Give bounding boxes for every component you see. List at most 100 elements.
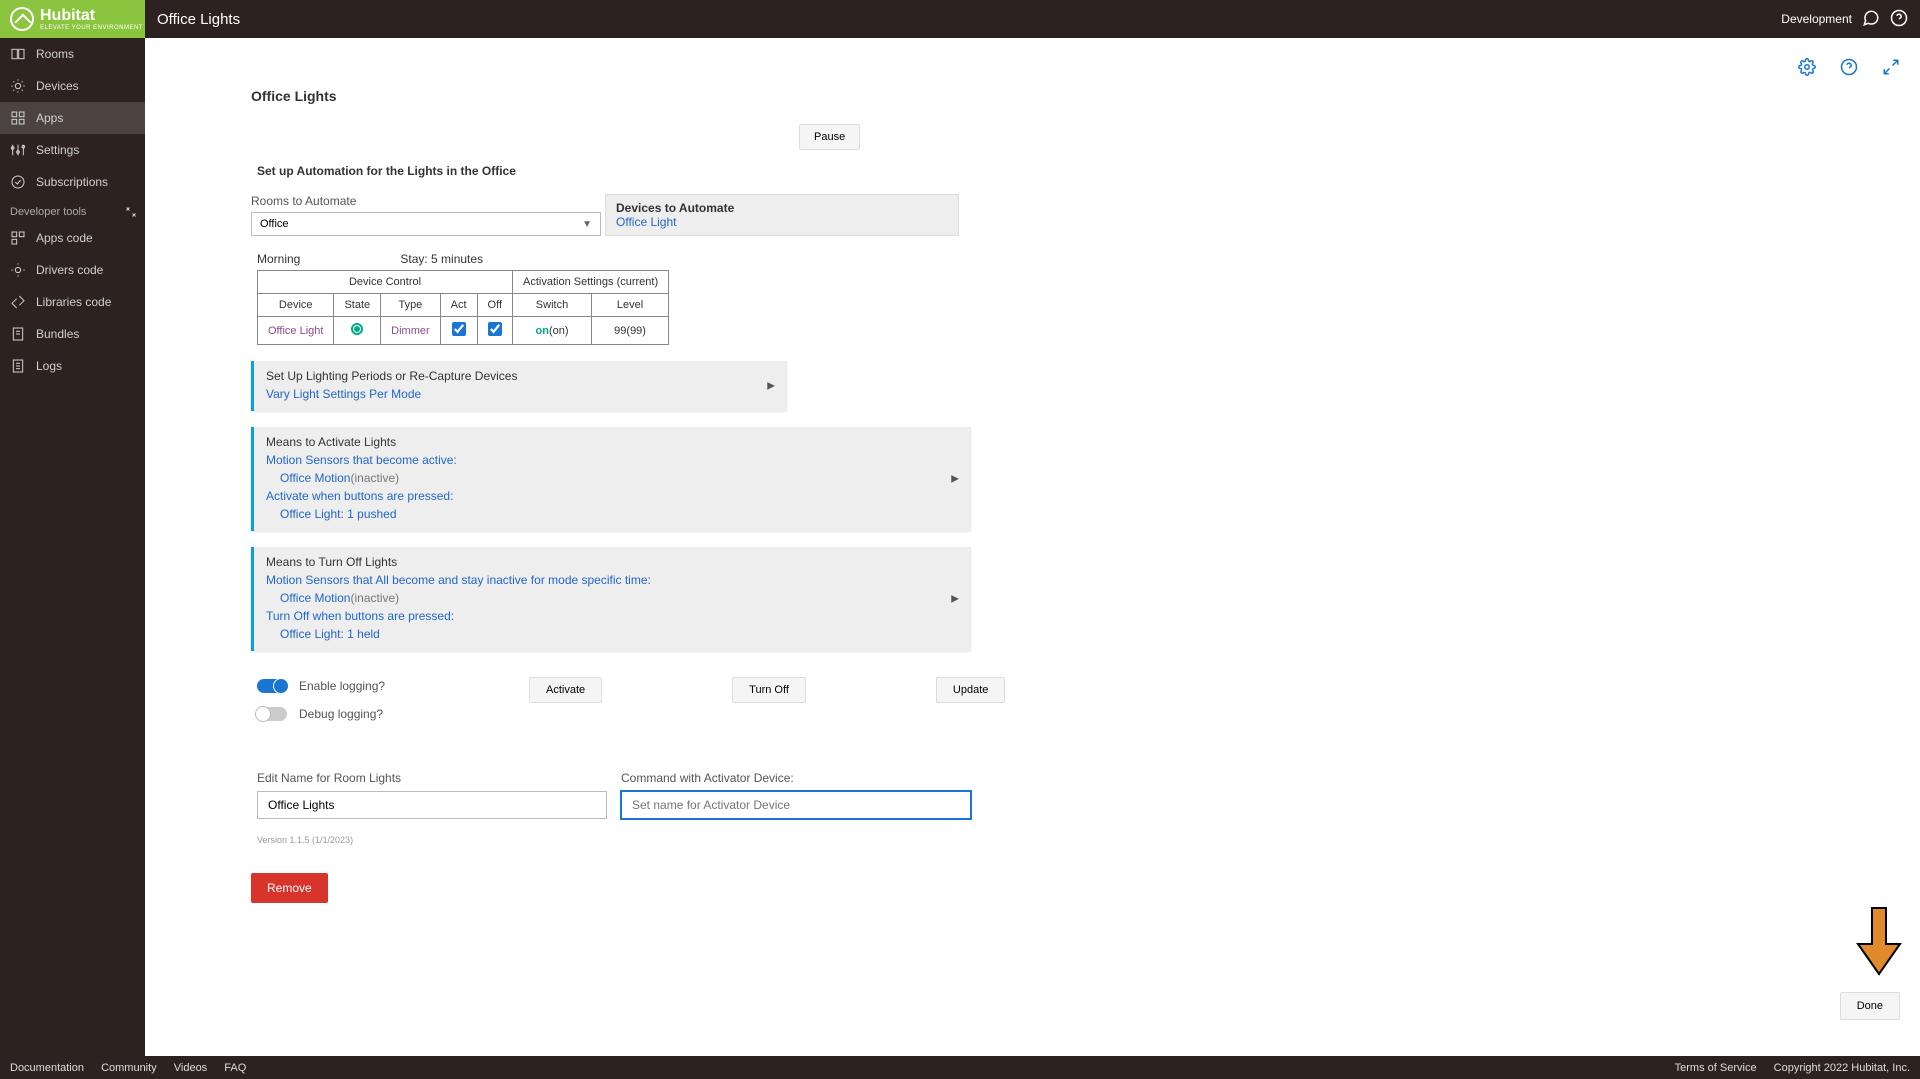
panel-subline: Office Light: 1 pushed xyxy=(266,505,959,523)
panel-line: Motion Sensors that become active: xyxy=(266,451,959,469)
devices-panel[interactable]: Devices to Automate Office Light xyxy=(605,194,959,236)
table-header-device-control: Device Control xyxy=(258,271,513,294)
sidebar-item-devices[interactable]: Devices xyxy=(0,70,145,102)
footer-link-videos[interactable]: Videos xyxy=(174,1062,207,1074)
gear-icon[interactable] xyxy=(1798,58,1816,81)
done-button[interactable]: Done xyxy=(1840,992,1900,1020)
sidebar-item-apps-code[interactable]: Apps code xyxy=(0,222,145,254)
panel-lighting-periods[interactable]: Set Up Lighting Periods or Re-Capture De… xyxy=(251,361,787,411)
sidebar-item-label: Settings xyxy=(36,143,79,157)
devices-label: Devices to Automate xyxy=(616,201,948,215)
panel-line: Motion Sensors that All become and stay … xyxy=(266,571,959,589)
device-table: Device Control Activation Settings (curr… xyxy=(257,270,669,345)
chevron-down-icon: ▼ xyxy=(582,219,592,230)
developer-tools-header: Developer tools xyxy=(0,198,145,222)
footer-link-community[interactable]: Community xyxy=(101,1062,157,1074)
logo-text: Hubitat xyxy=(40,7,95,24)
edit-name-input[interactable] xyxy=(257,791,607,819)
footer-terms[interactable]: Terms of Service xyxy=(1675,1062,1757,1074)
act-checkbox[interactable] xyxy=(452,322,466,336)
version-text: Version 1.1.5 (1/1/2023) xyxy=(257,835,1357,845)
activator-input[interactable] xyxy=(621,791,971,819)
settings-icon xyxy=(10,142,26,158)
cell-switch[interactable]: on(on) xyxy=(513,317,592,345)
top-bar: Hubitat ELEVATE YOUR ENVIRONMENT Office … xyxy=(0,0,1920,38)
panel-line: Turn Off when buttons are pressed: xyxy=(266,607,959,625)
cell-type[interactable]: Dimmer xyxy=(381,317,441,345)
footer: Documentation Community Videos FAQ Terms… xyxy=(0,1056,1920,1079)
sidebar-item-label: Apps code xyxy=(36,231,93,245)
help-icon[interactable] xyxy=(1840,58,1858,81)
sidebar-item-rooms[interactable]: Rooms xyxy=(0,38,145,70)
panel-title: Means to Turn Off Lights xyxy=(266,555,959,569)
setup-description: Set up Automation for the Lights in the … xyxy=(257,164,1357,178)
enable-logging-toggle[interactable] xyxy=(257,679,287,693)
panel-title: Means to Activate Lights xyxy=(266,435,959,449)
cell-level[interactable]: 99(99) xyxy=(591,317,668,345)
cell-act[interactable] xyxy=(440,317,477,345)
help-icon[interactable] xyxy=(1890,9,1908,30)
off-checkbox[interactable] xyxy=(488,322,502,336)
sidebar-item-label: Bundles xyxy=(36,327,79,341)
activate-button[interactable]: Activate xyxy=(529,677,602,703)
panel-activate[interactable]: Means to Activate Lights Motion Sensors … xyxy=(251,427,971,531)
sidebar-item-label: Rooms xyxy=(36,47,74,61)
rooms-value: Office xyxy=(260,218,289,230)
collapse-icon[interactable] xyxy=(125,206,137,221)
edit-name-label: Edit Name for Room Lights xyxy=(257,771,607,785)
annotation-arrow-icon xyxy=(1856,906,1902,981)
rooms-icon xyxy=(10,46,26,62)
stay-label: Stay: 5 minutes xyxy=(400,252,483,266)
chat-icon[interactable] xyxy=(1862,9,1880,30)
sidebar-item-bundles[interactable]: Bundles xyxy=(0,318,145,350)
footer-link-documentation[interactable]: Documentation xyxy=(10,1062,84,1074)
chevron-right-icon: ▶ xyxy=(951,474,959,485)
th-type: Type xyxy=(381,294,441,317)
sidebar-item-label: Libraries code xyxy=(36,295,111,309)
panel-link[interactable]: Vary Light Settings Per Mode xyxy=(266,385,775,403)
th-state: State xyxy=(334,294,381,317)
devices-icon xyxy=(10,78,26,94)
cell-device[interactable]: Office Light xyxy=(258,317,334,345)
chevron-right-icon: ▶ xyxy=(951,594,959,605)
sidebar-item-label: Subscriptions xyxy=(36,175,108,189)
sidebar-item-drivers-code[interactable]: Drivers code xyxy=(0,254,145,286)
devices-link[interactable]: Office Light xyxy=(616,215,948,229)
footer-link-faq[interactable]: FAQ xyxy=(224,1062,246,1074)
panel-title: Set Up Lighting Periods or Re-Capture De… xyxy=(266,369,775,383)
period-label: Morning xyxy=(257,252,300,266)
sidebar-item-subscriptions[interactable]: Subscriptions xyxy=(0,166,145,198)
apps-icon xyxy=(10,110,26,126)
bundles-icon xyxy=(10,326,26,342)
libraries-code-icon xyxy=(10,294,26,310)
cell-state[interactable] xyxy=(334,317,381,345)
sidebar-item-settings[interactable]: Settings xyxy=(0,134,145,166)
sidebar-item-libraries-code[interactable]: Libraries code xyxy=(0,286,145,318)
sidebar-item-label: Apps xyxy=(36,111,63,125)
remove-button[interactable]: Remove xyxy=(251,873,328,903)
expand-icon[interactable] xyxy=(1882,58,1900,81)
sidebar-item-apps[interactable]: Apps xyxy=(0,102,145,134)
panel-subline: Office Motion(inactive) xyxy=(266,469,959,487)
apps-code-icon xyxy=(10,230,26,246)
th-act: Act xyxy=(440,294,477,317)
th-level: Level xyxy=(591,294,668,317)
cell-off[interactable] xyxy=(477,317,512,345)
th-off: Off xyxy=(477,294,512,317)
update-button[interactable]: Update xyxy=(936,677,1005,703)
pause-button[interactable]: Pause xyxy=(799,124,860,150)
th-switch: Switch xyxy=(513,294,592,317)
sidebar-item-label: Devices xyxy=(36,79,79,93)
enable-logging-label: Enable logging? xyxy=(299,679,385,693)
debug-logging-toggle[interactable] xyxy=(257,707,287,721)
panel-turnoff[interactable]: Means to Turn Off Lights Motion Sensors … xyxy=(251,547,971,651)
sidebar-item-logs[interactable]: Logs xyxy=(0,350,145,382)
panel-subline: Office Light: 1 held xyxy=(266,625,959,643)
turnoff-button[interactable]: Turn Off xyxy=(732,677,806,703)
sidebar-item-label: Drivers code xyxy=(36,263,103,277)
logo[interactable]: Hubitat ELEVATE YOUR ENVIRONMENT xyxy=(0,0,145,38)
rooms-select[interactable]: Office ▼ xyxy=(251,212,601,236)
panel-subline: Office Motion(inactive) xyxy=(266,589,959,607)
development-label[interactable]: Development xyxy=(1781,12,1852,26)
chevron-right-icon: ▶ xyxy=(767,381,775,392)
